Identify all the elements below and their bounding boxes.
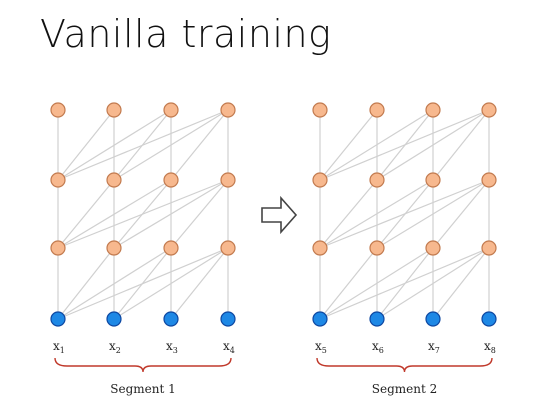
- hidden-node: [369, 172, 385, 188]
- input-label: x6: [372, 339, 384, 355]
- hidden-node: [481, 102, 497, 118]
- connection-edge: [432, 179, 490, 249]
- hidden-node: [481, 240, 497, 256]
- hidden-node: [220, 102, 236, 118]
- edge-group: [319, 109, 490, 320]
- input-label-subscript: 3: [173, 346, 178, 355]
- input-label-subscript: 8: [491, 346, 496, 355]
- hidden-node: [481, 172, 497, 188]
- edge-group: [57, 109, 229, 320]
- connection-edge: [319, 247, 378, 320]
- segment-2-network: x5 x6 x7 x8 Segment 2: [312, 102, 497, 396]
- hidden-node: [106, 102, 122, 118]
- segment-label: Segment 1: [110, 382, 175, 396]
- hidden-node: [425, 102, 441, 118]
- input-label: x2: [109, 339, 121, 355]
- hidden-node: [163, 172, 179, 188]
- connection-edge: [57, 247, 115, 320]
- hidden-node: [369, 240, 385, 256]
- segment-brace: [316, 357, 493, 373]
- hidden-node: [106, 172, 122, 188]
- hidden-node: [163, 240, 179, 256]
- hidden-node: [312, 102, 328, 118]
- connection-edge: [170, 109, 229, 181]
- segment-brace: [54, 357, 232, 373]
- input-label-subscript: 5: [322, 346, 327, 355]
- connection-edge: [113, 179, 172, 249]
- input-node: [369, 311, 385, 327]
- input-label: x7: [428, 339, 440, 355]
- connection-edge: [170, 247, 229, 320]
- hidden-node: [50, 102, 66, 118]
- hidden-node: [163, 102, 179, 118]
- input-label: x4: [223, 339, 235, 355]
- hidden-node: [106, 240, 122, 256]
- input-label: x3: [166, 339, 178, 355]
- connection-edge: [376, 109, 434, 181]
- connection-edge: [319, 109, 378, 181]
- input-label-subscript: 2: [116, 346, 121, 355]
- connection-edge: [113, 247, 172, 320]
- hidden-node: [312, 240, 328, 256]
- hidden-node: [369, 102, 385, 118]
- hidden-node: [50, 240, 66, 256]
- input-label-subscript: 6: [379, 346, 384, 355]
- input-label: x8: [484, 339, 496, 355]
- input-node: [163, 311, 179, 327]
- connection-edge: [432, 247, 490, 320]
- connection-edge: [376, 247, 434, 320]
- input-label: x1: [53, 339, 65, 355]
- connection-edge: [113, 109, 172, 181]
- segment-1-network: x1 x2 x3 x4 Segment 1: [50, 102, 236, 396]
- input-node: [312, 311, 328, 327]
- hidden-node: [312, 172, 328, 188]
- input-label-subscript: 7: [435, 346, 440, 355]
- hidden-node: [425, 240, 441, 256]
- training-diagram: x1 x2 x3 x4 Segment 1 x5 x6 x7 x8 Segment 2: [50, 102, 497, 396]
- arrow-shape: [261, 195, 298, 235]
- hidden-node: [220, 240, 236, 256]
- connection-edge: [57, 179, 115, 249]
- hidden-node: [425, 172, 441, 188]
- input-node: [481, 311, 497, 327]
- connection-edge: [57, 109, 115, 181]
- input-node: [425, 311, 441, 327]
- input-label-subscript: 1: [60, 346, 65, 355]
- input-node: [220, 311, 236, 327]
- input-label-subscript: 4: [230, 346, 235, 355]
- hidden-node: [50, 172, 66, 188]
- input-label: x5: [315, 339, 327, 355]
- input-node: [106, 311, 122, 327]
- segment-label: Segment 2: [372, 382, 437, 396]
- connection-edge: [376, 179, 434, 249]
- input-node: [50, 311, 66, 327]
- hidden-node: [220, 172, 236, 188]
- connection-edge: [432, 109, 490, 181]
- connection-edge: [319, 179, 378, 249]
- connection-edge: [170, 179, 229, 249]
- right-arrow-icon: [261, 195, 298, 235]
